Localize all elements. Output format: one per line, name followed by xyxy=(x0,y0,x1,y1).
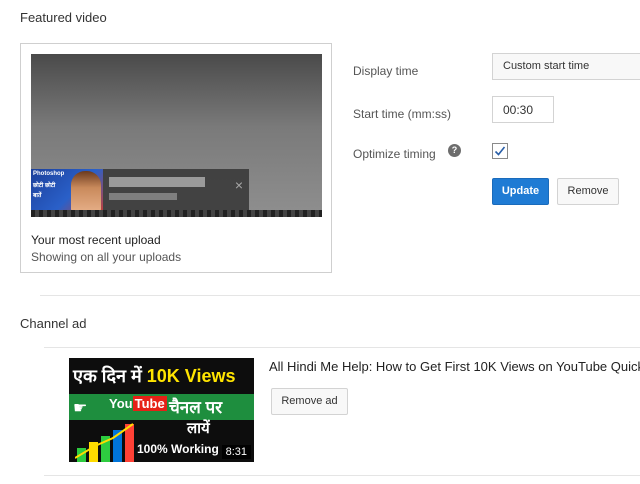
preview-thumb-line3: बातें xyxy=(33,193,42,199)
preview-thumb-face xyxy=(71,171,101,213)
pointing-hand-icon: ☛ xyxy=(73,400,88,417)
channel-ad-video-title[interactable]: All Hindi Me Help: How to Get First 10K … xyxy=(269,359,640,374)
preview-thumb-line2: छोटी छोटी xyxy=(33,183,56,189)
optimize-timing-checkbox[interactable] xyxy=(492,143,508,159)
close-icon: × xyxy=(234,177,243,193)
thumb-working-text: 100% Working xyxy=(137,442,219,456)
remove-ad-button[interactable]: Remove ad xyxy=(271,388,348,415)
section-divider xyxy=(40,295,640,296)
channel-ad-thumbnail[interactable]: एक दिन में 10K Views ☛ You Tube चैनल पर ल… xyxy=(69,358,254,462)
end-card-overlay: × xyxy=(103,169,249,210)
featured-video-title: Featured video xyxy=(20,10,107,25)
youtube-logo-you: You xyxy=(109,396,133,411)
display-time-label: Display time xyxy=(353,64,419,78)
start-time-input[interactable]: 00:30 xyxy=(492,96,554,123)
featured-video-card: Photoshop छोटी छोटी बातें × Your most re… xyxy=(20,43,332,273)
preview-film-strip xyxy=(31,210,322,217)
start-time-label: Start time (mm:ss) xyxy=(353,107,451,121)
channel-ad-bottom-divider xyxy=(44,475,640,476)
optimize-timing-label: Optimize timing xyxy=(353,147,436,161)
thumb-headline-highlight: 10K Views xyxy=(146,366,236,386)
update-button[interactable]: Update xyxy=(492,178,549,205)
video-duration: 8:31 xyxy=(221,445,251,459)
thumb-headline-prefix: एक दिन में xyxy=(73,366,147,386)
youtube-logo-tube: Tube xyxy=(132,396,167,411)
featured-card-title: Your most recent upload xyxy=(31,233,161,247)
growth-chart-icon xyxy=(75,423,134,462)
end-card-subtitle-placeholder xyxy=(109,193,177,200)
channel-ad-top-divider xyxy=(44,347,640,348)
end-screen-preview: Photoshop छोटी छोटी बातें × xyxy=(31,54,322,217)
thumb-headline: एक दिन में 10K Views xyxy=(73,364,236,388)
display-time-select[interactable]: Custom start time xyxy=(492,53,640,80)
remove-button[interactable]: Remove xyxy=(557,178,619,205)
help-icon[interactable]: ? xyxy=(448,144,461,157)
channel-ad-title: Channel ad xyxy=(20,316,87,331)
thumb-laye-word: लायें xyxy=(187,420,210,437)
end-card-title-placeholder xyxy=(109,177,205,187)
checkmark-icon xyxy=(494,146,506,156)
featured-card-subtitle: Showing on all your uploads xyxy=(31,250,182,264)
preview-thumb-line1: Photoshop xyxy=(33,171,65,177)
youtube-logo: You Tube xyxy=(109,396,167,411)
thumb-channel-word: चैनल पर xyxy=(169,398,223,417)
